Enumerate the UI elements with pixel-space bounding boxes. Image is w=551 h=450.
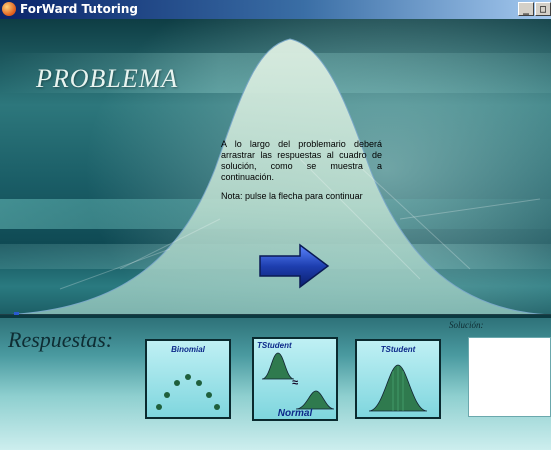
answers-label: Respuestas: [8, 327, 114, 352]
title-bar[interactable]: ForWard Tutoring _ □ [0, 0, 551, 19]
instructions-text: A lo largo del problemario deberá arrast… [221, 139, 382, 210]
app-icon [2, 2, 16, 16]
card-caption-bottom: Normal [277, 408, 313, 419]
answer-card-tstudent[interactable]: TStudent [355, 339, 441, 419]
window-title: ForWard Tutoring [20, 2, 139, 16]
problem-scene: PROBLEMA A lo largo del problemario debe… [0, 19, 551, 450]
app-window: ForWard Tutoring _ □ PROBLEMA A lo largo… [0, 0, 551, 450]
instructions-paragraph: A lo largo del problemario deberá arrast… [221, 139, 382, 182]
t-distribution-icon [368, 364, 428, 412]
maximize-button[interactable]: □ [535, 2, 551, 16]
answer-card-binomial[interactable]: Binomial [145, 339, 231, 419]
solution-label: Solución: [449, 320, 484, 330]
instructions-note: Nota: pulse la flecha para continuar [221, 191, 363, 201]
answer-card-tstudent-normal[interactable]: TStudent ≈ Normal [252, 337, 338, 421]
binomial-dots-icon [156, 374, 220, 410]
solution-drop-box[interactable] [468, 337, 551, 417]
answers-panel: Respuestas: Solución: Binomial TStudent [0, 315, 551, 450]
approx-symbol: ≈ [291, 377, 299, 389]
minimize-button[interactable]: _ [518, 2, 534, 16]
right-arrow-icon[interactable] [258, 243, 330, 289]
page-title: PROBLEMA [36, 64, 179, 93]
